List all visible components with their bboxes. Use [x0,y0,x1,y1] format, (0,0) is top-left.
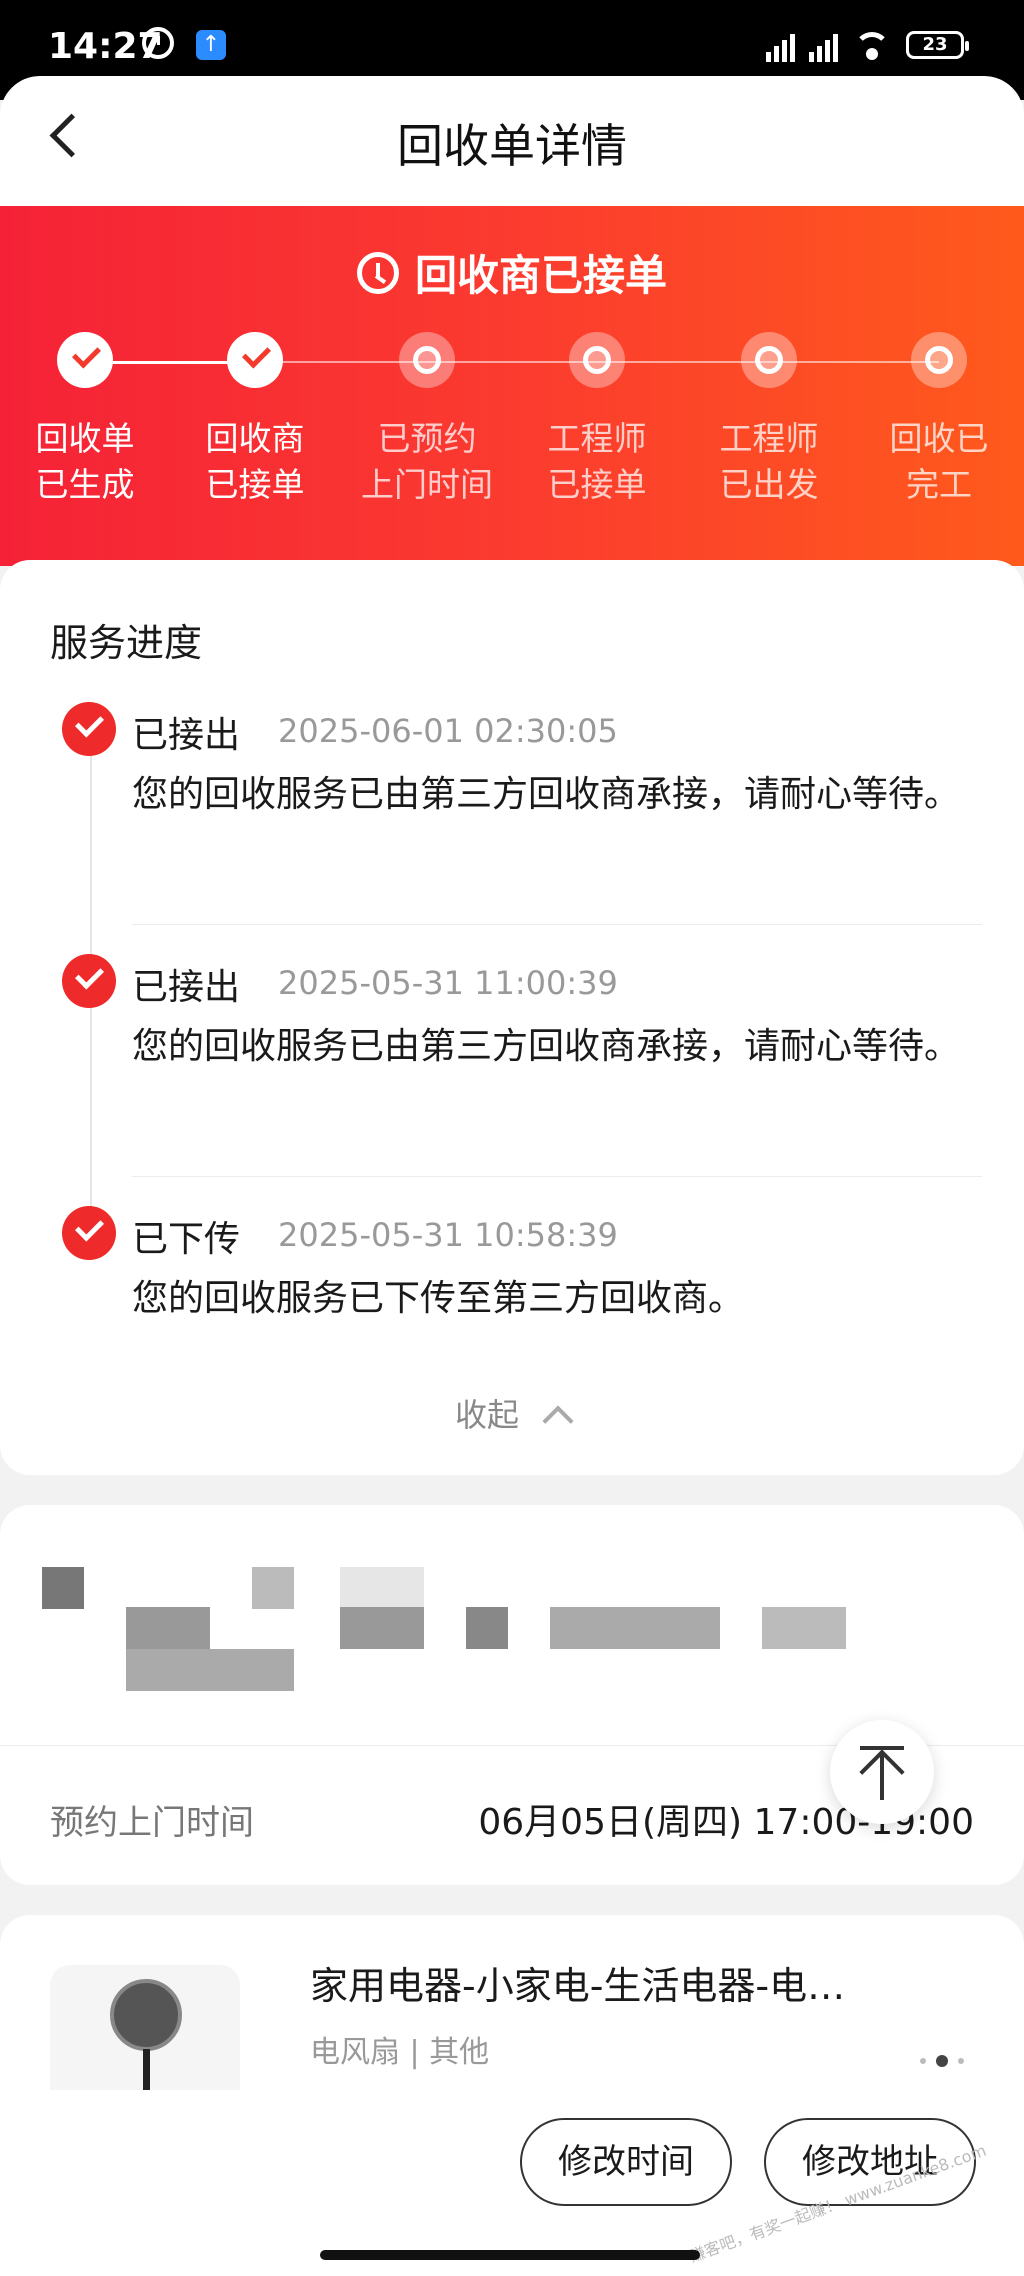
step-pending-icon [911,332,967,388]
step-check-icon [57,332,113,388]
timeline-time: 2025-05-31 10:58:39 [278,1216,618,1254]
signal-icon [766,28,795,62]
step-check-icon [227,332,283,388]
wifi-icon [852,30,892,60]
step-4: 工程师 已接单 [512,332,682,508]
order-status-text: 回收商已接单 [414,251,667,300]
step-5: 工程师 已出发 [684,332,854,508]
step-label: 工程师 已接单 [547,419,647,504]
appointment-label: 预约上门时间 [50,1803,254,1843]
step-pending-icon [741,332,797,388]
product-category: 电风扇 | 其他 [310,2035,490,2070]
timeline-desc: 您的回收服务已由第三方回收商承接，请耐心等待。 [132,1026,961,1067]
timeline-time: 2025-05-31 11:00:39 [278,964,618,1002]
check-icon [62,702,116,756]
order-status: 回收商已接单 [0,242,1024,303]
pager-dots [920,2055,964,2067]
divider [132,1176,982,1177]
arrow-up-icon [859,1749,905,1795]
step-2: 回收商 已接单 [170,332,340,508]
scroll-to-top-button[interactable] [830,1720,934,1824]
service-progress-card: 服务进度 已接出 2025-06-01 02:30:05 您的回收服务已由第三方… [0,560,1024,1475]
battery-icon: 23 [906,31,969,59]
step-1: 回收单 已生成 [0,332,170,508]
modify-time-button[interactable]: 修改时间 [520,2118,732,2206]
status-icons: 23 [766,28,969,62]
timeline-status: 已接出 [132,715,241,756]
address-card: 预约上门时间 06月05日(周四) 17:00-19:00 [0,1505,1024,1885]
timeline-desc: 您的回收服务已下传至第三方回收商。 [132,1278,745,1319]
timeline-status: 已下传 [132,1219,241,1260]
collapse-label: 收起 [454,1396,519,1434]
section-title: 服务进度 [50,621,203,665]
alarm-icon [142,27,174,59]
divider [132,924,982,925]
product-card[interactable]: 家用电器-小家电-生活电器-电… 电风扇 | 其他 [0,1915,1024,2115]
step-label: 已预约 上门时间 [361,419,493,504]
timeline-time: 2025-06-01 02:30:05 [278,712,618,750]
step-label: 回收商 已接单 [205,419,305,504]
page-header: 回收单详情 [0,76,1024,206]
step-pending-icon [569,332,625,388]
page-title: 回收单详情 [397,119,627,173]
check-icon [62,1206,116,1260]
step-label: 回收已 完工 [889,419,989,504]
timeline-desc: 您的回收服务已由第三方回收商承接，请耐心等待。 [132,774,961,815]
signal-icon [809,28,838,62]
step-pending-icon [399,332,455,388]
step-label: 工程师 已出发 [719,419,819,504]
clock-icon [356,251,399,294]
timeline-status: 已接出 [132,967,241,1008]
upload-icon: ↑ [196,30,226,60]
chevron-up-icon [542,1405,574,1437]
status-banner: 回收商已接单 回收单 已生成 回收商 已接单 已预约 上门时间 工程师 已接单 … [0,206,1024,566]
collapse-button[interactable]: 收起 [0,1390,1024,1437]
fan-icon [110,1979,182,2051]
step-label: 回收单 已生成 [35,419,135,504]
bottom-action-bar: 修改时间 修改地址 赚客吧，有奖一起赚！ www.zuanke8.com [0,2090,1024,2276]
check-icon [62,954,116,1008]
home-indicator[interactable] [320,2250,700,2260]
step-6: 回收已 完工 [854,332,1024,508]
product-name: 家用电器-小家电-生活电器-电… [310,1964,846,2008]
step-3: 已预约 上门时间 [342,332,512,508]
